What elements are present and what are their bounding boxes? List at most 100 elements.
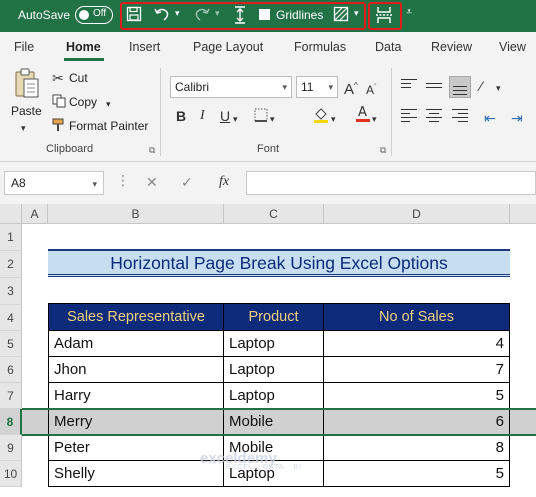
- undo-icon[interactable]: [154, 6, 170, 27]
- chevron-down-icon: ▾: [282, 82, 287, 92]
- italic-icon[interactable]: I: [200, 108, 205, 124]
- row-header[interactable]: 5: [0, 331, 22, 357]
- top-align-icon[interactable]: [398, 76, 420, 98]
- align-right-icon[interactable]: [449, 106, 471, 128]
- table-cell[interactable]: Shelly: [48, 461, 224, 487]
- tab-view[interactable]: View: [499, 40, 526, 54]
- borders-icon[interactable]: [254, 108, 268, 125]
- enter-icon[interactable]: ✓: [181, 174, 193, 191]
- cancel-icon[interactable]: ✕: [146, 174, 158, 191]
- font-name-combo[interactable]: Calibri ▾: [170, 76, 292, 98]
- column-header-c[interactable]: C: [224, 204, 324, 224]
- row-header[interactable]: 3: [0, 278, 22, 305]
- table-cell[interactable]: Laptop: [224, 357, 324, 383]
- table-cell[interactable]: Peter: [48, 435, 224, 461]
- copy-dropdown-icon[interactable]: ▾: [106, 96, 111, 112]
- redo-icon[interactable]: [194, 6, 210, 27]
- tab-home[interactable]: Home: [66, 40, 101, 54]
- row-header[interactable]: 2: [0, 251, 22, 278]
- column-header-e[interactable]: [510, 204, 536, 224]
- table-cell[interactable]: 6: [324, 409, 510, 435]
- format-painter-icon[interactable]: [52, 118, 66, 135]
- row-header[interactable]: 4: [0, 305, 22, 331]
- table-cell[interactable]: Jhon: [48, 357, 224, 383]
- clipboard-launcher-icon[interactable]: ⧉: [149, 145, 155, 156]
- increase-font-size-icon[interactable]: A^: [344, 78, 358, 98]
- row-header-selected[interactable]: 8: [0, 409, 22, 435]
- page-break-icon[interactable]: [375, 6, 393, 29]
- undo-dropdown-icon[interactable]: ▾: [175, 8, 180, 19]
- orientation-icon[interactable]: ⁄: [480, 78, 482, 94]
- table-cell[interactable]: Laptop: [224, 383, 324, 409]
- bottom-align-icon[interactable]: [449, 76, 471, 98]
- tab-data[interactable]: Data: [375, 40, 401, 54]
- cut-label[interactable]: Cut: [69, 71, 88, 85]
- fill-color-dropdown-icon[interactable]: ▾: [331, 111, 336, 127]
- tab-page-layout[interactable]: Page Layout: [193, 40, 263, 54]
- formula-bar: A8 ▾ ⋮ ✕ ✓ fx: [0, 162, 536, 204]
- formula-input[interactable]: [246, 171, 536, 195]
- select-all-corner[interactable]: [0, 204, 22, 224]
- copy-icon[interactable]: [52, 94, 66, 111]
- row-height-icon[interactable]: [232, 6, 248, 29]
- tab-formulas[interactable]: Formulas: [294, 40, 346, 54]
- table-cell[interactable]: 5: [324, 383, 510, 409]
- table-cell[interactable]: Adam: [48, 331, 224, 357]
- table-header-cell[interactable]: Sales Representative: [48, 303, 224, 331]
- middle-align-icon[interactable]: [423, 76, 445, 98]
- insert-function-icon[interactable]: fx: [219, 174, 229, 190]
- table-header-cell[interactable]: Product: [224, 303, 324, 331]
- table-cell[interactable]: 4: [324, 331, 510, 357]
- paste-icon[interactable]: [13, 68, 41, 105]
- table-cell[interactable]: Merry: [48, 409, 224, 435]
- customize-qat-icon[interactable]: ⩡: [406, 6, 412, 19]
- decrease-font-size-icon[interactable]: Aˇ: [366, 80, 376, 98]
- font-size-combo[interactable]: 11 ▾: [296, 76, 338, 98]
- tab-insert[interactable]: Insert: [129, 40, 160, 54]
- underline-icon[interactable]: U: [220, 108, 230, 124]
- border-style-icon[interactable]: [333, 6, 349, 27]
- name-box[interactable]: A8 ▾: [4, 171, 104, 195]
- table-cell[interactable]: 8: [324, 435, 510, 461]
- copy-label[interactable]: Copy: [69, 95, 97, 109]
- save-icon[interactable]: [126, 6, 142, 27]
- border-dropdown-icon[interactable]: ▾: [354, 8, 359, 19]
- decrease-indent-icon[interactable]: ⇤: [484, 110, 496, 126]
- orientation-dropdown-icon[interactable]: ▾: [496, 80, 501, 96]
- row-header[interactable]: 10: [0, 461, 22, 487]
- row-header[interactable]: 6: [0, 357, 22, 383]
- fill-color-icon[interactable]: [313, 106, 329, 127]
- redo-dropdown-icon[interactable]: ▾: [215, 8, 220, 19]
- autosave-toggle[interactable]: Off: [75, 6, 113, 24]
- underline-dropdown-icon[interactable]: ▾: [233, 111, 238, 127]
- column-header-d[interactable]: D: [324, 204, 510, 224]
- row-header[interactable]: 1: [0, 224, 22, 251]
- table-cell[interactable]: 7: [324, 357, 510, 383]
- table-cell[interactable]: Harry: [48, 383, 224, 409]
- sheet-title[interactable]: Horizontal Page Break Using Excel Option…: [48, 249, 510, 277]
- tab-file[interactable]: File: [14, 40, 34, 54]
- paste-label[interactable]: Paste: [11, 104, 42, 118]
- bold-icon[interactable]: B: [176, 108, 186, 124]
- align-left-icon[interactable]: [398, 106, 420, 128]
- row-header[interactable]: 7: [0, 383, 22, 409]
- column-header-a[interactable]: A: [22, 204, 48, 224]
- increase-indent-icon[interactable]: ⇥: [511, 110, 523, 126]
- gridlines-checkbox[interactable]: [259, 9, 270, 20]
- table-cell[interactable]: Laptop: [224, 331, 324, 357]
- table-cell[interactable]: Mobile: [224, 409, 324, 435]
- cut-icon[interactable]: ✂: [52, 70, 64, 86]
- tab-review[interactable]: Review: [431, 40, 472, 54]
- paste-dropdown-icon[interactable]: ▾: [21, 120, 26, 136]
- format-painter-label[interactable]: Format Painter: [69, 119, 148, 133]
- column-header-b[interactable]: B: [48, 204, 224, 224]
- more-options-icon[interactable]: ⋮: [116, 172, 130, 189]
- table-cell[interactable]: 5: [324, 461, 510, 487]
- align-center-icon[interactable]: [423, 106, 445, 128]
- font-launcher-icon[interactable]: ⧉: [380, 145, 386, 156]
- font-color-dropdown-icon[interactable]: ▾: [372, 111, 377, 127]
- font-color-icon[interactable]: A: [356, 104, 370, 127]
- row-header[interactable]: 9: [0, 435, 22, 461]
- borders-dropdown-icon[interactable]: ▾: [270, 111, 275, 127]
- table-header-cell[interactable]: No of Sales: [324, 303, 510, 331]
